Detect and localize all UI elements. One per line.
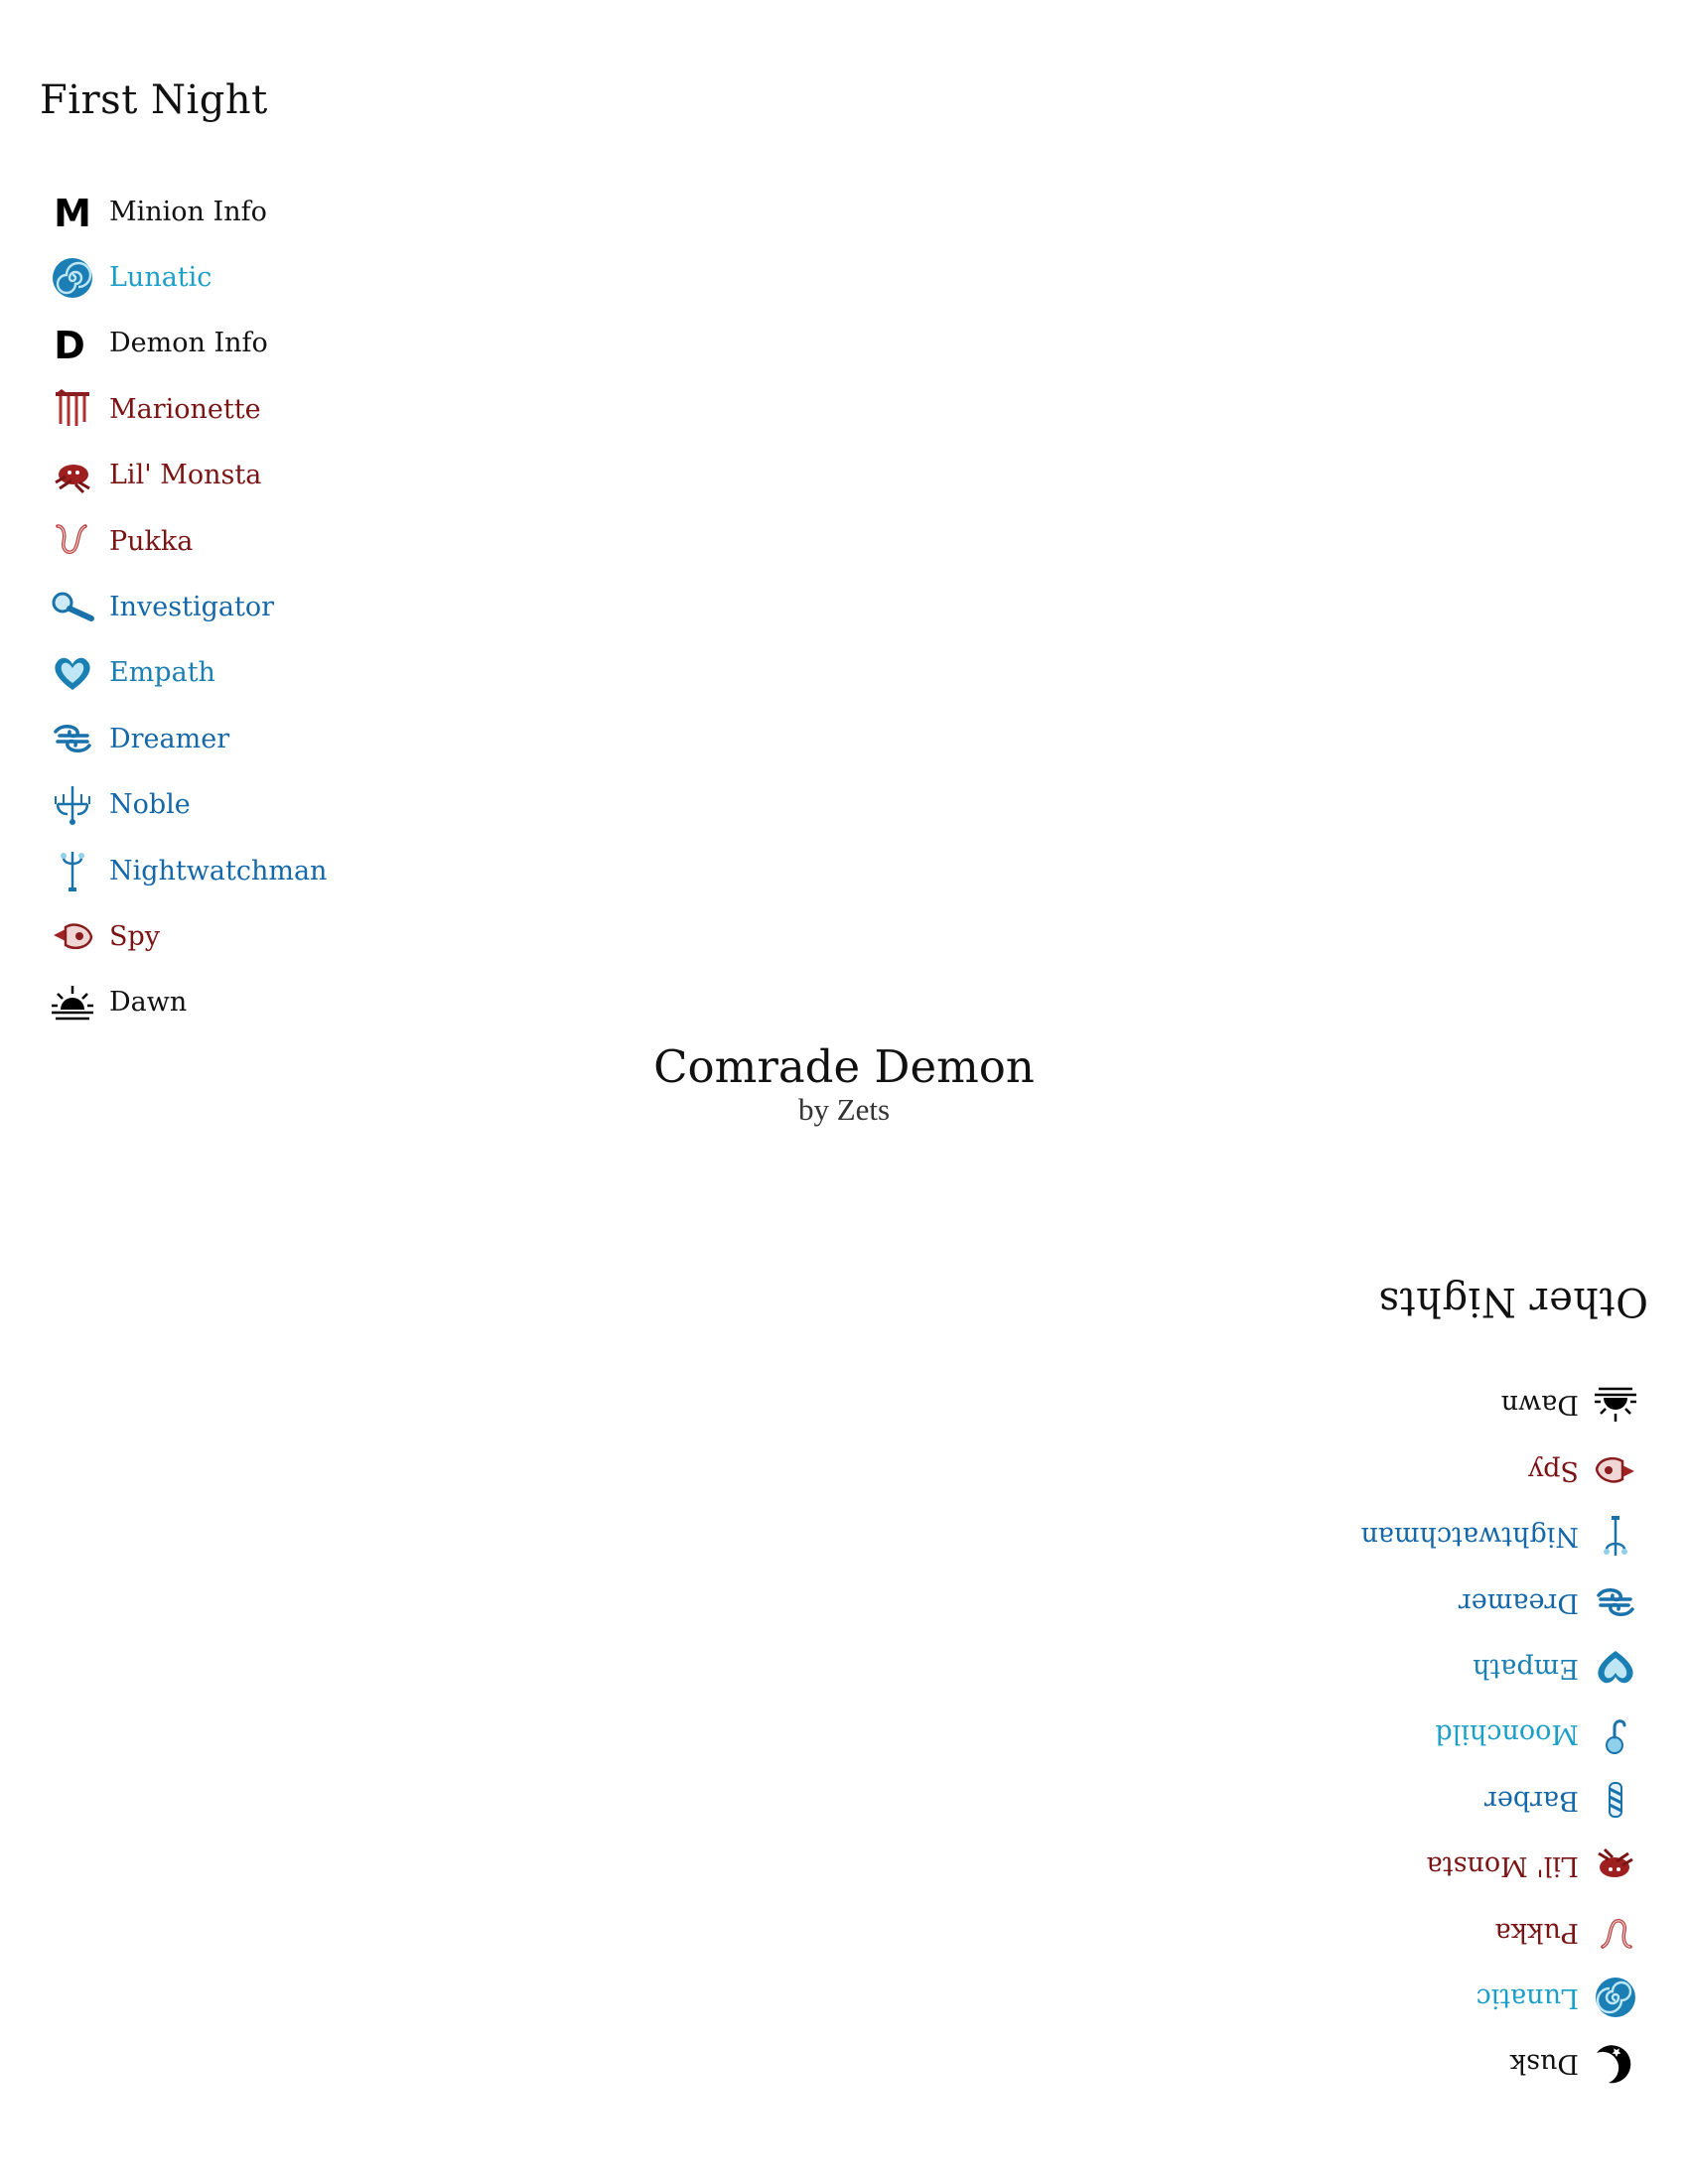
other-nights-item-label: Dawn [1500, 1389, 1579, 1421]
svg-text:D: D [54, 324, 85, 366]
first-night-item-label: Marionette [109, 393, 261, 425]
first-night-item-empath: Empath [50, 640, 327, 706]
first-night-item-label: Investigator [109, 592, 275, 623]
spiral-icon [1593, 1975, 1638, 2020]
other-nights-item-label: Barber [1483, 1784, 1579, 1816]
first-night-item-lunatic: Lunatic [50, 244, 327, 310]
demon-info-icon: D [50, 321, 95, 366]
barber-pole-icon [1593, 1777, 1638, 1823]
script-title: Comrade Demon [653, 1040, 1035, 1093]
first-night-item-label: Minion Info [109, 196, 267, 227]
first-night-list: M Minion Info Lunatic D Demon Info Marionette… [50, 179, 327, 1035]
spy-icon [1593, 1447, 1638, 1493]
first-night-item-label: Dawn [109, 987, 188, 1019]
other-nights-item-pukka: Pukka [1361, 1899, 1638, 1965]
svg-text:M: M [54, 192, 91, 234]
first-night-item-demon-info: D Demon Info [50, 311, 327, 376]
first-night-item-label: Nightwatchman [109, 855, 328, 887]
first-night-item-label: Demon Info [109, 328, 268, 359]
other-nights-item-nightwatchman: Nightwatchman [1361, 1503, 1638, 1569]
sunrise-icon [1593, 1382, 1638, 1428]
other-nights-item-label: Empath [1473, 1652, 1579, 1684]
first-night-title: First Night [40, 77, 268, 123]
other-nights-item-label: Pukka [1494, 1916, 1579, 1948]
other-nights-item-label: Spy [1527, 1454, 1579, 1486]
first-night-item-nightwatchman: Nightwatchman [50, 838, 327, 903]
other-nights-item-label: Dusk [1509, 2048, 1579, 2080]
other-nights-item-lil-monsta: Lil' Monsta [1361, 1833, 1638, 1898]
dreamer-icon [50, 716, 95, 761]
first-night-item-label: Lunatic [109, 262, 212, 294]
first-night-item-investigator: Investigator [50, 574, 327, 639]
heart-icon [1593, 1645, 1638, 1691]
other-nights-item-label: Nightwatchman [1360, 1521, 1579, 1553]
heart-icon [50, 650, 95, 696]
other-nights-item-dreamer: Dreamer [1361, 1570, 1638, 1635]
other-nights-item-spy: Spy [1361, 1437, 1638, 1503]
first-night-item-label: Spy [109, 920, 161, 952]
pukka-icon [1593, 1909, 1638, 1955]
other-nights-item-dusk: Dusk [1361, 2031, 1638, 2097]
first-night-item-label: Dreamer [109, 723, 230, 754]
lamp-post-icon [1593, 1514, 1638, 1560]
marionette-icon [50, 386, 95, 432]
other-nights-item-label: Lunatic [1476, 1981, 1579, 2013]
other-nights-item-label: Lil' Monsta [1426, 1850, 1579, 1882]
magnifier-icon [50, 585, 95, 630]
sunrise-icon [50, 980, 95, 1025]
other-nights-item-barber: Barber [1361, 1767, 1638, 1833]
other-nights-panel: Dusk Lunatic Pukka Lil' Monsta Barber Moonchi… [1291, 1273, 1648, 2097]
other-nights-item-dawn: Dawn [1361, 1372, 1638, 1437]
lamp-post-icon [50, 848, 95, 893]
other-nights-item-empath: Empath [1361, 1635, 1638, 1701]
pukka-icon [50, 518, 95, 564]
spiral-icon [50, 255, 95, 301]
first-night-item-label: Lil' Monsta [109, 460, 262, 491]
moon-icon [1593, 2041, 1638, 2087]
first-night-item-minion-info: M Minion Info [50, 179, 327, 244]
minion-info-icon: M [50, 189, 95, 234]
first-night-item-lil-monsta: Lil' Monsta [50, 443, 327, 508]
first-night-item-spy: Spy [50, 903, 327, 969]
other-nights-item-label: Moonchild [1435, 1718, 1579, 1750]
moonchild-icon [1593, 1711, 1638, 1757]
first-night-item-label: Pukka [109, 525, 194, 557]
other-nights-title: Other Nights [1378, 1279, 1648, 1324]
lil-monsta-icon [1593, 1843, 1638, 1889]
first-night-item-marionette: Marionette [50, 376, 327, 442]
other-nights-item-lunatic: Lunatic [1361, 1965, 1638, 2030]
chandelier-icon [50, 782, 95, 828]
dreamer-icon [1593, 1579, 1638, 1625]
first-night-item-pukka: Pukka [50, 508, 327, 574]
spy-icon [50, 913, 95, 959]
first-night-item-noble: Noble [50, 772, 327, 838]
first-night-item-label: Noble [109, 789, 191, 821]
other-nights-item-label: Dreamer [1458, 1586, 1579, 1618]
first-night-item-label: Empath [109, 657, 215, 689]
lil-monsta-icon [50, 453, 95, 498]
other-nights-list: Dusk Lunatic Pukka Lil' Monsta Barber Moonchi… [1361, 1372, 1638, 2097]
script-author: by Zets [797, 1092, 891, 1127]
first-night-item-dreamer: Dreamer [50, 706, 327, 771]
other-nights-item-moonchild: Moonchild [1361, 1702, 1638, 1767]
first-night-item-dawn: Dawn [50, 970, 327, 1035]
